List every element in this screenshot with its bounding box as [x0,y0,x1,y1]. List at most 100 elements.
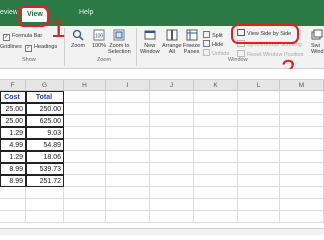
cost-header-cell[interactable]: Cost [0,91,26,103]
cell[interactable] [194,211,238,223]
cost-cell[interactable]: 8.99 [0,175,26,187]
column-header-f[interactable]: F [0,80,26,91]
cell[interactable] [194,115,238,127]
cell[interactable] [238,175,280,187]
cell[interactable] [238,151,280,163]
cell[interactable] [26,187,64,199]
new-window-button[interactable]: New Window [140,29,160,55]
cell[interactable] [150,151,194,163]
cell[interactable] [150,199,194,211]
cell[interactable] [194,175,238,187]
cell[interactable] [106,151,150,163]
cost-cell[interactable]: 1.29 [0,127,26,139]
cell[interactable] [194,127,238,139]
cell[interactable] [64,151,106,163]
cell[interactable] [238,103,280,115]
cell[interactable] [106,187,150,199]
cost-cell[interactable]: 25.00 [0,103,26,115]
total-cell[interactable]: 18.06 [26,151,64,163]
cell[interactable] [64,199,106,211]
cell[interactable] [280,103,324,115]
cell[interactable] [106,163,150,175]
cell[interactable] [280,139,324,151]
cell[interactable] [64,163,106,175]
cell[interactable] [280,163,324,175]
cell[interactable] [106,115,150,127]
cell[interactable] [64,211,106,223]
zoom-button[interactable]: Zoom [71,29,85,49]
unhide-button[interactable]: Unhide [203,49,229,57]
cell[interactable] [150,115,194,127]
cell[interactable] [194,151,238,163]
column-header-g[interactable]: G [26,80,64,91]
column-header-h[interactable]: H [64,80,106,91]
cell[interactable] [64,127,106,139]
cell[interactable] [280,91,324,103]
cell[interactable] [194,199,238,211]
formula-bar[interactable] [0,69,324,80]
headings-checkbox[interactable]: ✓ Headings [25,44,57,52]
cell[interactable] [0,211,26,223]
freeze-panes-button[interactable]: Freeze Panes [183,29,200,55]
cell[interactable] [0,187,26,199]
column-header-m[interactable]: M [280,80,324,91]
arrange-all-button[interactable]: Arrange All [162,29,182,55]
cell[interactable] [64,115,106,127]
cell[interactable] [64,91,106,103]
cell[interactable] [194,139,238,151]
cell[interactable] [64,187,106,199]
cell[interactable] [150,139,194,151]
formula-bar-checkbox[interactable]: ✓ Formula Bar [3,33,42,41]
zoom-to-selection-button[interactable]: Zoom to Selection [108,29,131,55]
cell[interactable] [194,163,238,175]
cell[interactable] [194,187,238,199]
total-cell[interactable]: 539.73 [26,163,64,175]
gridlines-checkbox[interactable]: Gridlines [0,44,22,50]
cell[interactable] [280,127,324,139]
cell[interactable] [238,139,280,151]
cost-cell[interactable]: 25.00 [0,115,26,127]
total-cell[interactable]: 250.00 [26,103,64,115]
cell[interactable] [238,187,280,199]
cost-cell[interactable]: 4.99 [0,139,26,151]
cost-cell[interactable]: 8.99 [0,163,26,175]
cell[interactable] [26,199,64,211]
cell[interactable] [194,103,238,115]
cost-cell[interactable]: 1.29 [0,151,26,163]
cell[interactable] [194,91,238,103]
total-cell[interactable]: 251.72 [26,175,64,187]
cell[interactable] [64,139,106,151]
cell[interactable] [280,211,324,223]
cell[interactable] [150,103,194,115]
cell[interactable] [238,91,280,103]
column-header-i[interactable]: I [106,80,150,91]
cell[interactable] [106,127,150,139]
cell[interactable] [150,211,194,223]
cell[interactable] [150,175,194,187]
cell[interactable] [64,175,106,187]
tab-help[interactable]: Help [79,9,93,16]
total-cell[interactable]: 625.00 [26,115,64,127]
tab-review[interactable]: eview [0,9,18,16]
cell[interactable] [280,187,324,199]
split-button[interactable]: Split [203,31,223,39]
cell[interactable] [238,163,280,175]
hide-button[interactable]: Hide [203,40,223,48]
cell[interactable] [280,199,324,211]
cell[interactable] [150,187,194,199]
cell[interactable] [280,151,324,163]
total-header-cell[interactable]: Total [26,91,64,103]
cell[interactable] [238,127,280,139]
cell[interactable] [106,103,150,115]
cell[interactable] [106,91,150,103]
total-cell[interactable]: 54.89 [26,139,64,151]
cell[interactable] [280,115,324,127]
cell[interactable] [106,175,150,187]
cell[interactable] [106,139,150,151]
column-header-j[interactable]: J [150,80,194,91]
cell[interactable] [238,211,280,223]
total-cell[interactable]: 9.03 [26,127,64,139]
cell[interactable] [238,199,280,211]
zoom-100-button[interactable]: 100 100% [92,29,106,49]
column-header-l[interactable]: L [238,80,280,91]
